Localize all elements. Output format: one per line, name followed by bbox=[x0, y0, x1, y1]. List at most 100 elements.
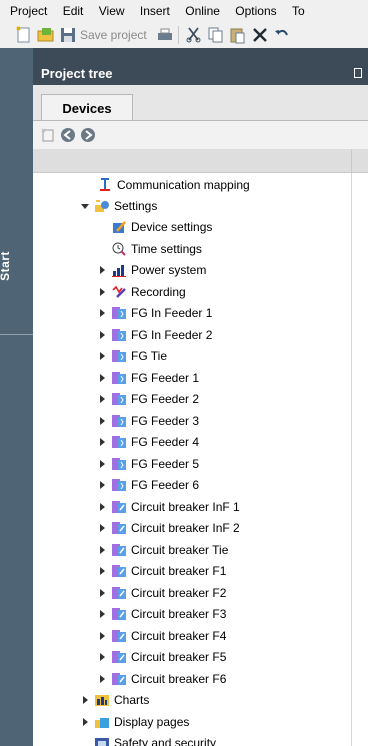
new-project-icon[interactable] bbox=[14, 25, 34, 45]
tree-item-fg-feeder-3[interactable]: FG Feeder 3 bbox=[33, 410, 368, 432]
expand-arrow-icon[interactable] bbox=[97, 609, 107, 619]
tree-item-fg-feeder-4[interactable]: FG Feeder 4 bbox=[33, 432, 368, 454]
expand-arrow-icon[interactable] bbox=[97, 351, 107, 361]
menu-options[interactable]: Options bbox=[229, 0, 282, 22]
save-project-label[interactable]: Save project bbox=[80, 28, 147, 42]
print-icon[interactable] bbox=[155, 25, 175, 45]
open-project-icon[interactable] bbox=[36, 25, 56, 45]
circuit-breaker-icon bbox=[112, 586, 126, 599]
tree-item-cb-inf-1[interactable]: Circuit breaker InF 1 bbox=[33, 496, 368, 518]
tree-item-fg-in-feeder-1[interactable]: FG In Feeder 1 bbox=[33, 303, 368, 325]
panel-top-strip bbox=[33, 48, 368, 61]
project-tree-title: Project tree bbox=[41, 65, 113, 81]
expand-arrow-icon[interactable] bbox=[97, 373, 107, 383]
expand-arrow-icon[interactable] bbox=[97, 523, 107, 533]
expand-arrow-icon[interactable] bbox=[97, 330, 107, 340]
function-group-icon bbox=[112, 328, 126, 341]
tree-tabs: Devices bbox=[33, 85, 368, 121]
undo-icon[interactable] bbox=[272, 25, 292, 45]
tree-item-settings[interactable]: Settings bbox=[33, 195, 368, 217]
tree-item-recording[interactable]: Recording bbox=[33, 281, 368, 303]
expand-arrow-icon[interactable] bbox=[97, 308, 107, 318]
expand-arrow-icon[interactable] bbox=[97, 287, 107, 297]
circuit-breaker-icon bbox=[112, 672, 126, 685]
menu-insert[interactable]: Insert bbox=[134, 0, 176, 22]
tree-item-fg-feeder-1[interactable]: FG Feeder 1 bbox=[33, 367, 368, 389]
paste-icon[interactable] bbox=[228, 25, 248, 45]
tab-devices[interactable]: Devices bbox=[41, 94, 133, 121]
expand-arrow-icon[interactable] bbox=[97, 588, 107, 598]
delete-icon[interactable] bbox=[250, 25, 270, 45]
expand-arrow-icon[interactable] bbox=[97, 545, 107, 555]
tree-label: FG Tie bbox=[131, 349, 168, 364]
tree-label: Circuit breaker F6 bbox=[131, 671, 227, 686]
function-group-icon bbox=[112, 457, 126, 470]
tree-label: FG In Feeder 1 bbox=[131, 306, 213, 321]
cut-icon[interactable] bbox=[184, 25, 204, 45]
tree-label: Circuit breaker F2 bbox=[131, 585, 227, 600]
function-group-icon bbox=[112, 371, 126, 384]
tree-item-communication-mapping[interactable]: Communication mapping bbox=[33, 174, 368, 196]
tree-label: Circuit breaker F5 bbox=[131, 650, 227, 665]
tree-item-fg-feeder-5[interactable]: FG Feeder 5 bbox=[33, 453, 368, 475]
tree-label: FG Feeder 5 bbox=[131, 456, 200, 471]
tree-item-fg-feeder-2[interactable]: FG Feeder 2 bbox=[33, 389, 368, 411]
panel-pin-icon[interactable] bbox=[354, 68, 362, 78]
menu-view[interactable]: View bbox=[93, 0, 131, 22]
expand-arrow-icon[interactable] bbox=[97, 265, 107, 275]
menu-online[interactable]: Online bbox=[179, 0, 226, 22]
forward-icon[interactable] bbox=[80, 127, 96, 143]
tree-item-power-system[interactable]: Power system bbox=[33, 260, 368, 282]
expand-arrow-icon[interactable] bbox=[97, 416, 107, 426]
tree-item-cb-f6[interactable]: Circuit breaker F6 bbox=[33, 668, 368, 690]
tree-item-cb-f5[interactable]: Circuit breaker F5 bbox=[33, 647, 368, 669]
device-settings-icon bbox=[113, 221, 126, 234]
tree-label: Settings bbox=[114, 198, 158, 213]
power-system-icon bbox=[112, 265, 126, 278]
tree-item-cb-f1[interactable]: Circuit breaker F1 bbox=[33, 561, 368, 583]
expand-arrow-icon[interactable] bbox=[80, 695, 90, 705]
tree-item-device-settings[interactable]: Device settings bbox=[33, 217, 368, 239]
menu-edit[interactable]: Edit bbox=[57, 0, 90, 22]
menu-bar: Project Edit View Insert Online Options … bbox=[0, 0, 368, 22]
menu-project[interactable]: Project bbox=[0, 0, 53, 22]
back-icon[interactable] bbox=[60, 127, 76, 143]
tree-label: FG In Feeder 2 bbox=[131, 327, 213, 342]
tree-item-fg-feeder-6[interactable]: FG Feeder 6 bbox=[33, 475, 368, 497]
start-tab-label-wrap: Start bbox=[0, 241, 28, 293]
tree-item-time-settings[interactable]: Time settings bbox=[33, 238, 368, 260]
start-tab-label: Start bbox=[0, 251, 12, 281]
tree-label: FG Feeder 3 bbox=[131, 413, 200, 428]
save-icon[interactable] bbox=[58, 25, 78, 45]
menu-tools[interactable]: To bbox=[286, 0, 311, 22]
tree-label: Communication mapping bbox=[117, 177, 250, 192]
copy-icon[interactable] bbox=[206, 25, 226, 45]
tree-item-cb-f2[interactable]: Circuit breaker F2 bbox=[33, 582, 368, 604]
tree-item-safety-and-security[interactable]: Safety and security bbox=[33, 733, 368, 746]
expand-arrow-icon[interactable] bbox=[97, 437, 107, 447]
tree-item-fg-tie[interactable]: FG Tie bbox=[33, 346, 368, 368]
expand-arrow-icon[interactable] bbox=[97, 566, 107, 576]
tree-item-charts[interactable]: Charts bbox=[33, 690, 368, 712]
expand-arrow-icon[interactable] bbox=[97, 502, 107, 512]
time-settings-icon bbox=[112, 242, 126, 256]
expand-arrow-icon[interactable] bbox=[97, 480, 107, 490]
tree-item-display-pages[interactable]: Display pages bbox=[33, 711, 368, 733]
tree-item-cb-f4[interactable]: Circuit breaker F4 bbox=[33, 625, 368, 647]
tree-label: Safety and security bbox=[114, 736, 217, 746]
expand-arrow-icon[interactable] bbox=[97, 674, 107, 684]
add-new-icon[interactable] bbox=[40, 127, 56, 143]
expand-arrow-icon[interactable] bbox=[97, 394, 107, 404]
tree-item-cb-f3[interactable]: Circuit breaker F3 bbox=[33, 604, 368, 626]
expand-arrow-icon[interactable] bbox=[97, 459, 107, 469]
tree-item-cb-tie[interactable]: Circuit breaker Tie bbox=[33, 539, 368, 561]
expand-arrow-icon[interactable] bbox=[97, 631, 107, 641]
start-side-tab[interactable]: Start bbox=[0, 48, 33, 746]
expand-arrow-icon[interactable] bbox=[80, 717, 90, 727]
tree-column-header bbox=[33, 149, 368, 173]
collapse-arrow-icon[interactable] bbox=[80, 201, 90, 211]
expand-arrow-icon[interactable] bbox=[97, 652, 107, 662]
tree-item-cb-inf-2[interactable]: Circuit breaker InF 2 bbox=[33, 518, 368, 540]
tree-item-fg-in-feeder-2[interactable]: FG In Feeder 2 bbox=[33, 324, 368, 346]
column-separator[interactable] bbox=[351, 149, 352, 173]
